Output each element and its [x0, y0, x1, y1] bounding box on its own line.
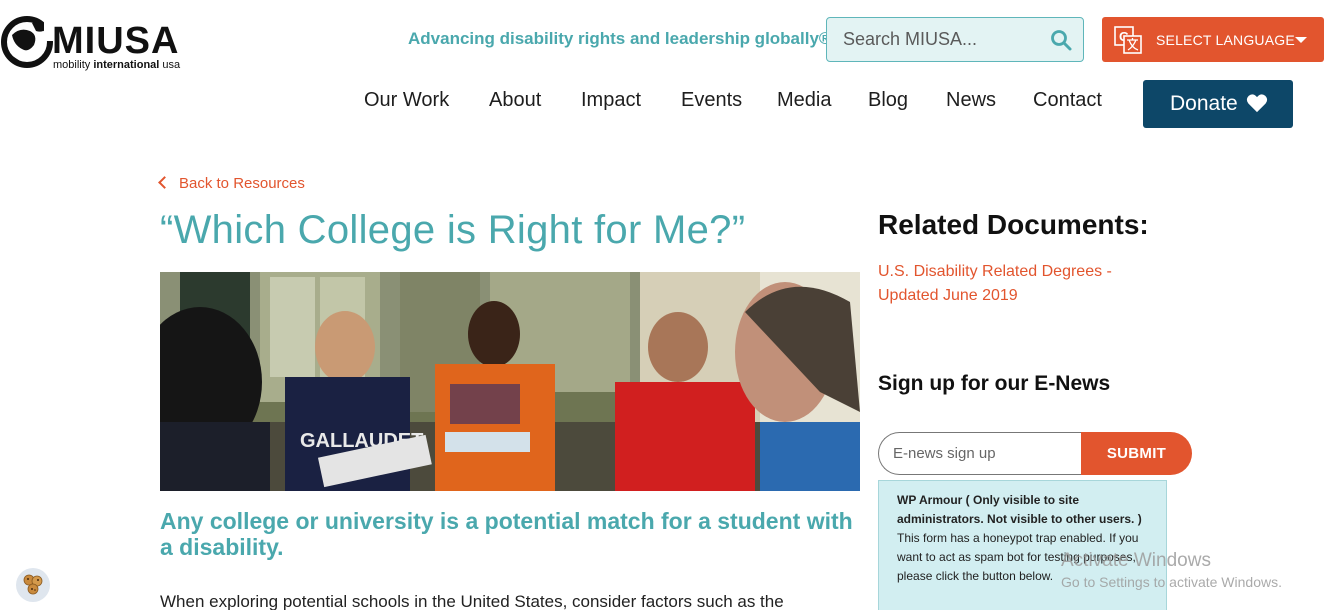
logo-sub-regular: mobility [53, 59, 94, 71]
enews-heading: Sign up for our E-News [878, 372, 1111, 395]
site-tagline: Advancing disability rights and leadersh… [408, 29, 832, 48]
activate-windows-subtext: Go to Settings to activate Windows. [1061, 574, 1282, 590]
search-icon [1051, 30, 1072, 51]
back-to-resources-link[interactable]: Back to Resources [158, 175, 305, 192]
donate-button[interactable]: Donate [1143, 80, 1293, 128]
search-input[interactable] [827, 18, 1037, 61]
logo-subtitle: mobility international usa [53, 59, 180, 71]
miusa-logo[interactable]: MIUSA mobility international usa [0, 5, 190, 77]
nav-about[interactable]: About [489, 89, 541, 112]
hero-photo: GALLAUDET [160, 272, 860, 491]
page-subtitle: Any college or university is a potential… [160, 508, 853, 560]
search-button[interactable] [1049, 28, 1073, 52]
chevron-left-icon [158, 176, 171, 189]
body-paragraph: When exploring potential schools in the … [160, 592, 784, 610]
logo-sub-end: usa [159, 59, 181, 71]
nav-blog[interactable]: Blog [868, 89, 908, 112]
nav-news[interactable]: News [946, 89, 996, 112]
nav-contact[interactable]: Contact [1033, 89, 1102, 112]
page-title: “Which College is Right for Me?” [160, 208, 746, 252]
select-language-button[interactable]: G SELECT LANGUAGE [1102, 17, 1324, 62]
caret-down-icon [1295, 37, 1307, 43]
nav-media[interactable]: Media [777, 89, 831, 112]
logo-wordmark: MIUSA [52, 20, 180, 62]
enews-submit-button[interactable]: SUBMIT [1081, 432, 1192, 475]
search-form [826, 17, 1084, 62]
translate-icon: G [1114, 26, 1142, 54]
heart-icon [1246, 94, 1268, 113]
logo-sub-bold: international [93, 59, 160, 71]
globe-logo-icon [1, 11, 60, 68]
wp-armour-heading: WP Armour ( Only visible to site adminis… [897, 493, 1142, 526]
related-document-link[interactable]: U.S. Disability Related Degrees - Update… [878, 260, 1138, 308]
related-documents-heading: Related Documents: [878, 209, 1149, 240]
select-language-label: SELECT LANGUAGE [1156, 32, 1295, 48]
nav-our-work[interactable]: Our Work [364, 89, 449, 112]
nav-events[interactable]: Events [681, 89, 742, 112]
cookie-icon [23, 574, 43, 595]
donate-label: Donate [1170, 92, 1238, 115]
activate-windows-watermark: Activate Windows [1061, 550, 1211, 571]
cookie-settings-button[interactable] [16, 568, 50, 602]
wp-armour-notice: WP Armour ( Only visible to site adminis… [878, 480, 1167, 610]
students-photo: GALLAUDET [160, 272, 860, 491]
back-link-label: Back to Resources [179, 175, 305, 192]
nav-impact[interactable]: Impact [581, 89, 641, 112]
enews-email-input[interactable] [878, 432, 1083, 475]
